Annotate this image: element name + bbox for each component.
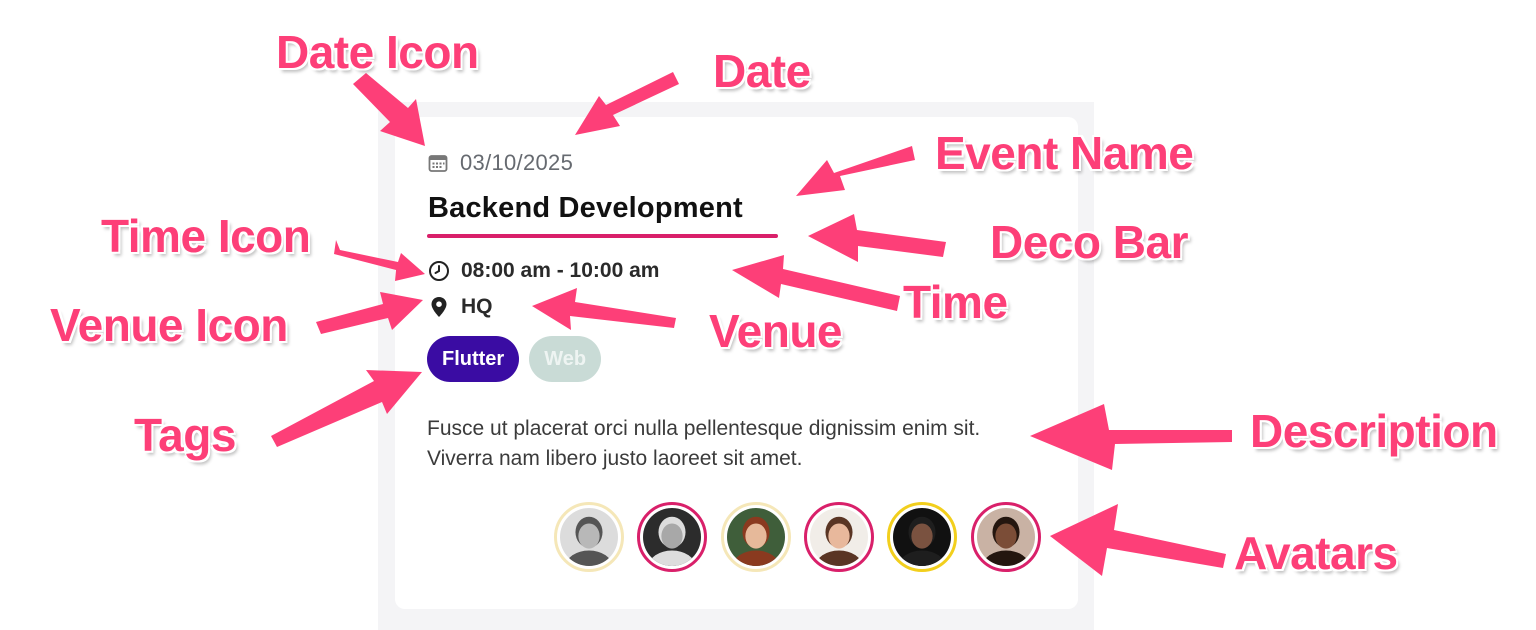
event-date: 03/10/2025 (460, 150, 574, 175)
label-date: Date (713, 45, 811, 97)
tag-list: Flutter Web (427, 336, 602, 382)
label-time-icon: Time Icon (101, 210, 311, 262)
avatar-portrait (727, 508, 785, 566)
event-time: 08:00 am - 10:00 am (461, 259, 660, 282)
avatar-portrait (893, 508, 951, 566)
label-tags: Tags (134, 409, 236, 461)
label-avatars: Avatars (1234, 527, 1398, 579)
avatar-portrait (560, 508, 618, 566)
avatar[interactable] (804, 502, 874, 572)
label-date-icon: Date Icon (276, 26, 479, 78)
event-description: Fusce ut placerat orci nulla pellentesqu… (427, 417, 981, 470)
avatar-portrait (810, 508, 868, 566)
label-event-name: Event Name (935, 127, 1194, 179)
avatar[interactable] (554, 502, 624, 572)
deco-bar (427, 234, 778, 238)
label-venue-icon: Venue Icon (50, 299, 288, 351)
calendar-icon (428, 153, 448, 173)
avatar[interactable] (721, 502, 791, 572)
avatar[interactable] (971, 502, 1041, 572)
avatar[interactable] (887, 502, 957, 572)
label-deco-bar: Deco Bar (990, 216, 1188, 268)
label-time: Time (903, 276, 1008, 328)
avatar-portrait (977, 508, 1035, 566)
event-name: Backend Development (428, 192, 743, 224)
avatar-portrait (643, 508, 701, 566)
avatar-stack (554, 502, 1054, 578)
label-description: Description (1250, 405, 1498, 457)
tag-flutter[interactable]: Flutter (427, 336, 520, 382)
clock-icon (428, 260, 450, 282)
avatar[interactable] (637, 502, 707, 572)
venue-row: HQ (430, 295, 493, 319)
map-pin-icon (430, 296, 448, 318)
label-venue: Venue (709, 305, 843, 357)
tag-web[interactable]: Web (529, 336, 602, 382)
date-row: 03/10/2025 (428, 150, 573, 176)
time-row: 08:00 am - 10:00 am (428, 259, 659, 283)
event-venue: HQ (461, 295, 493, 318)
